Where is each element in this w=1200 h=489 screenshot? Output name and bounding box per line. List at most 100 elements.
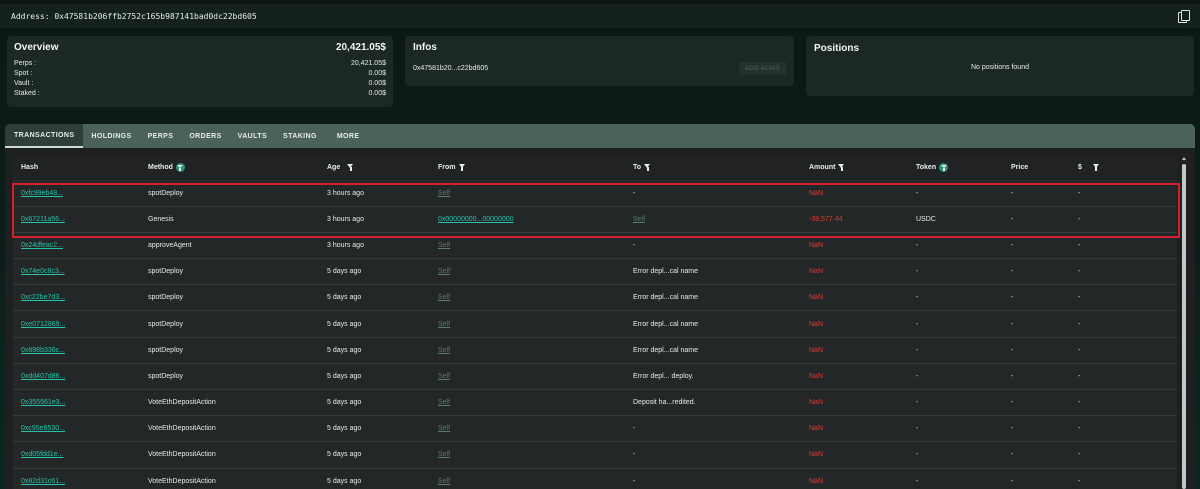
tab-staking[interactable]: STAKING [275,124,325,148]
from-link[interactable]: Self [438,478,450,485]
table-row: 0xdd407d86... spotDeploy 5 days ago Self… [13,363,1177,391]
table-row: 0xc22be7d3... spotDeploy 5 days ago Self… [13,284,1177,312]
table-row: 0xfc99eb48... spotDeploy 3 hours ago Sel… [13,180,1177,207]
cell-to: Deposit ha...redited. [625,389,801,417]
scroll-up-arrow-icon[interactable] [1181,157,1186,160]
cell-price: - [1003,415,1070,443]
header-token[interactable]: Token [908,156,1003,181]
copy-icon[interactable] [1178,10,1190,23]
from-link[interactable]: Self [438,451,450,458]
tab-vaults[interactable]: VAULTS [230,124,275,148]
hash-link[interactable]: 0xe0712869... [21,321,65,328]
tab-bar: TRANSACTIONS HOLDINGS PERPS ORDERS VAULT… [5,124,1195,148]
cell-amount: NaN [801,441,908,469]
hash-link[interactable]: 0x355561e3... [21,399,65,406]
hash-link[interactable]: 0xc95e8530... [21,425,65,432]
cell-to: Error depl...cal name [625,310,801,338]
cell-method: spotDeploy [140,310,319,338]
from-link[interactable]: 0x00000000...00000000 [438,216,514,223]
header-from[interactable]: From [430,156,625,181]
header-to[interactable]: To [625,156,801,181]
filter-icon[interactable] [644,163,651,172]
cell-amount: NaN [801,363,908,391]
hash-link[interactable]: 0x24dfeac2... [21,242,63,249]
hash-link[interactable]: 0x74e0c8c3... [21,268,65,275]
header-method[interactable]: Method [140,156,319,181]
from-link[interactable]: Self [438,294,450,301]
hash-link[interactable]: 0xd05fdd1e... [21,451,63,458]
from-link[interactable]: Self [438,373,450,380]
from-link[interactable]: Self [438,268,450,275]
amount-value: NaN [809,189,824,197]
table-header-row: Hash Method Age From To Amount Token Pri… [13,156,1177,181]
tab-holdings[interactable]: HOLDINGS [83,124,139,148]
cell-method: spotDeploy [140,363,319,391]
cell-amount: NaN [801,468,908,489]
header-usd[interactable]: $ [1070,156,1177,181]
to-text: Error depl...cal name [633,320,698,328]
filter-icon[interactable] [347,163,354,172]
scrollbar-thumb[interactable] [1182,164,1186,489]
filter-icon[interactable] [939,163,949,173]
hash-link[interactable]: 0xdd407d86... [21,373,65,380]
cell-price: - [1003,206,1070,233]
cell-price: - [1003,337,1070,364]
cell-to: Error depl...cal name [625,337,801,364]
overview-total: 20,421.05$ [335,42,386,53]
cell-amount: NaN [801,284,908,312]
table-row: 0x74e0c8c3... spotDeploy 5 days ago Self… [13,258,1177,286]
from-link[interactable]: Self [438,399,450,406]
cell-usd: - [1070,258,1177,286]
cell-usd: - [1070,415,1177,443]
amount-value: NaN [809,241,824,249]
filter-icon[interactable] [1092,163,1100,172]
cell-to: Error depl...cal name [625,258,801,286]
tab-perps[interactable]: PERPS [140,124,182,148]
cell-from: Self [430,258,625,286]
from-link[interactable]: Self [438,321,450,328]
add-alias-button[interactable]: ADD ALIAS [739,62,786,75]
hash-link[interactable]: 0x898b336c... [21,347,65,354]
cell-age: 3 hours ago [319,180,430,207]
cell-token: - [908,284,1003,312]
cell-age: 5 days ago [319,337,430,364]
cell-from: Self [430,284,625,312]
tab-orders[interactable]: ORDERS [181,124,229,148]
tab-transactions[interactable]: TRANSACTIONS [5,124,84,148]
cell-from: Self [430,337,625,364]
cell-age: 5 days ago [319,363,430,391]
filter-icon[interactable] [458,163,466,172]
overview-value: 0.00$ [368,70,386,77]
header-amount[interactable]: Amount [801,156,908,181]
cell-age: 5 days ago [319,468,430,489]
cell-method: VoteEthDepositAction [140,415,319,443]
header-age[interactable]: Age [319,156,430,181]
cell-price: - [1003,284,1070,312]
cell-hash: 0x74e0c8c3... [13,258,140,286]
cell-to: - [625,468,801,489]
cell-to: Self [625,206,801,233]
from-link[interactable]: Self [438,242,450,249]
from-link[interactable]: Self [438,347,450,354]
from-link[interactable]: Self [438,425,450,432]
table-row: 0xc95e8530... VoteEthDepositAction 5 day… [13,415,1177,443]
to-text: - [633,451,636,459]
transactions-table-area: Hash Method Age From To Amount Token Pri… [5,148,1195,489]
cell-age: 5 days ago [319,415,430,443]
tabs-panel: TRANSACTIONS HOLDINGS PERPS ORDERS VAULT… [5,124,1195,489]
filter-icon[interactable] [838,163,845,172]
filter-icon[interactable] [175,163,185,173]
to-link[interactable]: Self [633,216,645,223]
cell-amount: NaN [801,337,908,364]
cell-from: Self [430,232,625,260]
to-text: Error depl...cal name [633,346,698,354]
cell-method: spotDeploy [140,180,319,207]
hash-link[interactable]: 0x67211a56... [21,216,65,223]
from-link[interactable]: Self [438,190,450,197]
tab-more[interactable]: MORE [325,124,368,148]
cell-token: - [908,363,1003,391]
hash-link[interactable]: 0xc22be7d3... [21,294,65,301]
header-hash: Hash [13,156,140,181]
hash-link[interactable]: 0x82d31c61... [21,478,65,485]
hash-link[interactable]: 0xfc99eb48... [21,190,63,197]
